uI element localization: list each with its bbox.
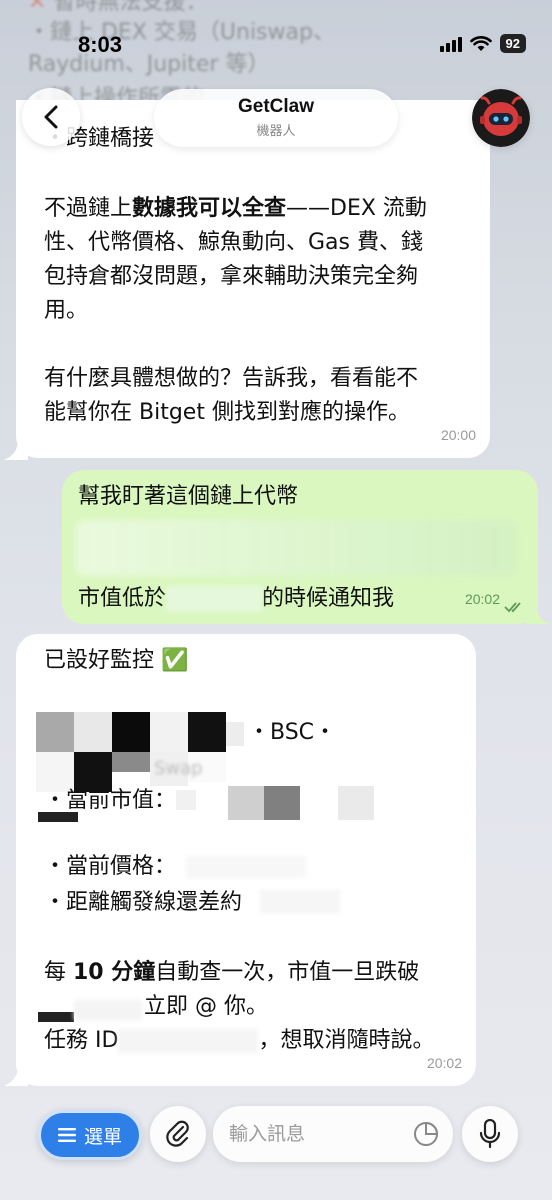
text-span: 的時候通知我	[262, 586, 395, 611]
bot-avatar[interactable]	[472, 89, 530, 147]
text-span: 任務 ID	[44, 1028, 119, 1053]
redacted-distance	[260, 890, 340, 914]
message-text: 能幫你在 Bitget 側找到對應的操作。	[44, 400, 410, 425]
message-text: 市值低於 的時候通知我	[78, 582, 394, 616]
double-check-icon	[504, 602, 521, 613]
message-timestamp: 20:00	[440, 427, 476, 443]
message-bubble-incoming: 已設好監控 ✅ ・BSC・ Swap ・當前市值： ・當前價格： ・距離觸發線還…	[16, 634, 476, 1086]
text-span: ，想取消隨時說。	[258, 1028, 435, 1053]
chain-label: ・BSC・	[248, 720, 337, 745]
ghost-line: ・鏈上 DEX 交易（Uniswap、	[28, 20, 335, 45]
text-bold: 10 分鐘	[73, 960, 156, 985]
text-span: ——DEX 流動	[286, 196, 427, 221]
redacted-task-id	[118, 1029, 259, 1053]
text-span: 不過鏈上	[44, 196, 133, 221]
message-text: 用。	[44, 298, 89, 323]
pixelated-market-cap	[176, 786, 376, 822]
message-text: 已設好監控 ✅	[44, 648, 189, 673]
pixelated-fragment	[38, 812, 78, 822]
message-timestamp: 20:02	[426, 1055, 462, 1071]
cellular-signal-icon	[439, 36, 462, 52]
message-text: 每 10 分鐘自動查一次，市值一旦跌破	[44, 956, 419, 990]
text-span: 市值低於	[78, 586, 167, 611]
battery-indicator: 92	[499, 34, 526, 53]
hamburger-icon	[57, 1128, 76, 1142]
redacted-price	[186, 856, 306, 878]
message-text: 有什麼具體想做的？告訴我，看看能不	[44, 366, 419, 391]
message-input[interactable]	[229, 1120, 399, 1148]
menu-button-label: 選單	[83, 1125, 122, 1148]
paperclip-icon	[166, 1120, 189, 1147]
message-text: 任務 ID ，想取消隨時說。	[44, 1024, 434, 1058]
status-icons: 92	[439, 34, 526, 53]
redacted-threshold	[38, 996, 142, 1022]
chevron-left-icon	[44, 105, 58, 129]
message-input-container[interactable]	[213, 1106, 453, 1162]
price-label: ・當前價格：	[44, 854, 177, 879]
bubble-tail-icon	[4, 1066, 28, 1086]
bubble-tail-icon	[526, 604, 550, 624]
blurred-dex-name: Swap	[154, 758, 203, 779]
message-text: 性、代幣價格、鯨魚動向、Gas 費、錢	[44, 230, 423, 255]
ghost-line: 暫時無法支援：	[53, 0, 208, 15]
voice-button[interactable]	[462, 1106, 518, 1162]
menu-button[interactable]: 選單	[38, 1110, 142, 1160]
attach-button[interactable]	[150, 1106, 206, 1162]
text-span: 自動查一次，市值一旦跌破	[155, 960, 420, 985]
chat-subtitle: 機器人	[256, 124, 296, 139]
message-text: 包持倉都沒問題，拿來輔助決策完全夠	[44, 264, 419, 289]
redacted-value	[166, 586, 263, 612]
cross-mark-icon: ✕	[28, 0, 47, 15]
chat-title-pill[interactable]: GetClaw 機器人	[154, 89, 398, 147]
chat-title: GetClaw	[237, 96, 315, 117]
message-bubble-incoming: ・跨鏈橋接 不過鏈上數據我可以全查——DEX 流動 性、代幣價格、鯨魚動向、Ga…	[16, 100, 490, 458]
distance-label: ・距離觸發線還差約	[44, 890, 243, 915]
bubble-tail-icon	[4, 440, 28, 460]
message-text: 幫我盯著這個鏈上代幣	[78, 484, 299, 509]
message-text: 不過鏈上數據我可以全查——DEX 流動	[44, 192, 427, 226]
wifi-icon	[469, 35, 492, 51]
redacted-address-blur	[76, 520, 516, 576]
back-button[interactable]	[22, 88, 80, 146]
message-timestamp: 20:02	[464, 591, 500, 607]
microphone-icon	[479, 1119, 501, 1149]
ghost-line: Raydium、Jupiter 等）	[28, 52, 270, 77]
status-time: 8:03	[78, 32, 123, 57]
sticker-icon[interactable]	[413, 1121, 439, 1147]
text-span: 每	[44, 960, 73, 985]
robot-avatar-icon	[472, 89, 530, 147]
message-text: 立即 @ 你。	[144, 994, 268, 1019]
message-bubble-outgoing: 幫我盯著這個鏈上代幣 市值低於 的時候通知我 20:02	[62, 470, 538, 624]
text-bold: 數據我可以全查	[132, 196, 287, 221]
